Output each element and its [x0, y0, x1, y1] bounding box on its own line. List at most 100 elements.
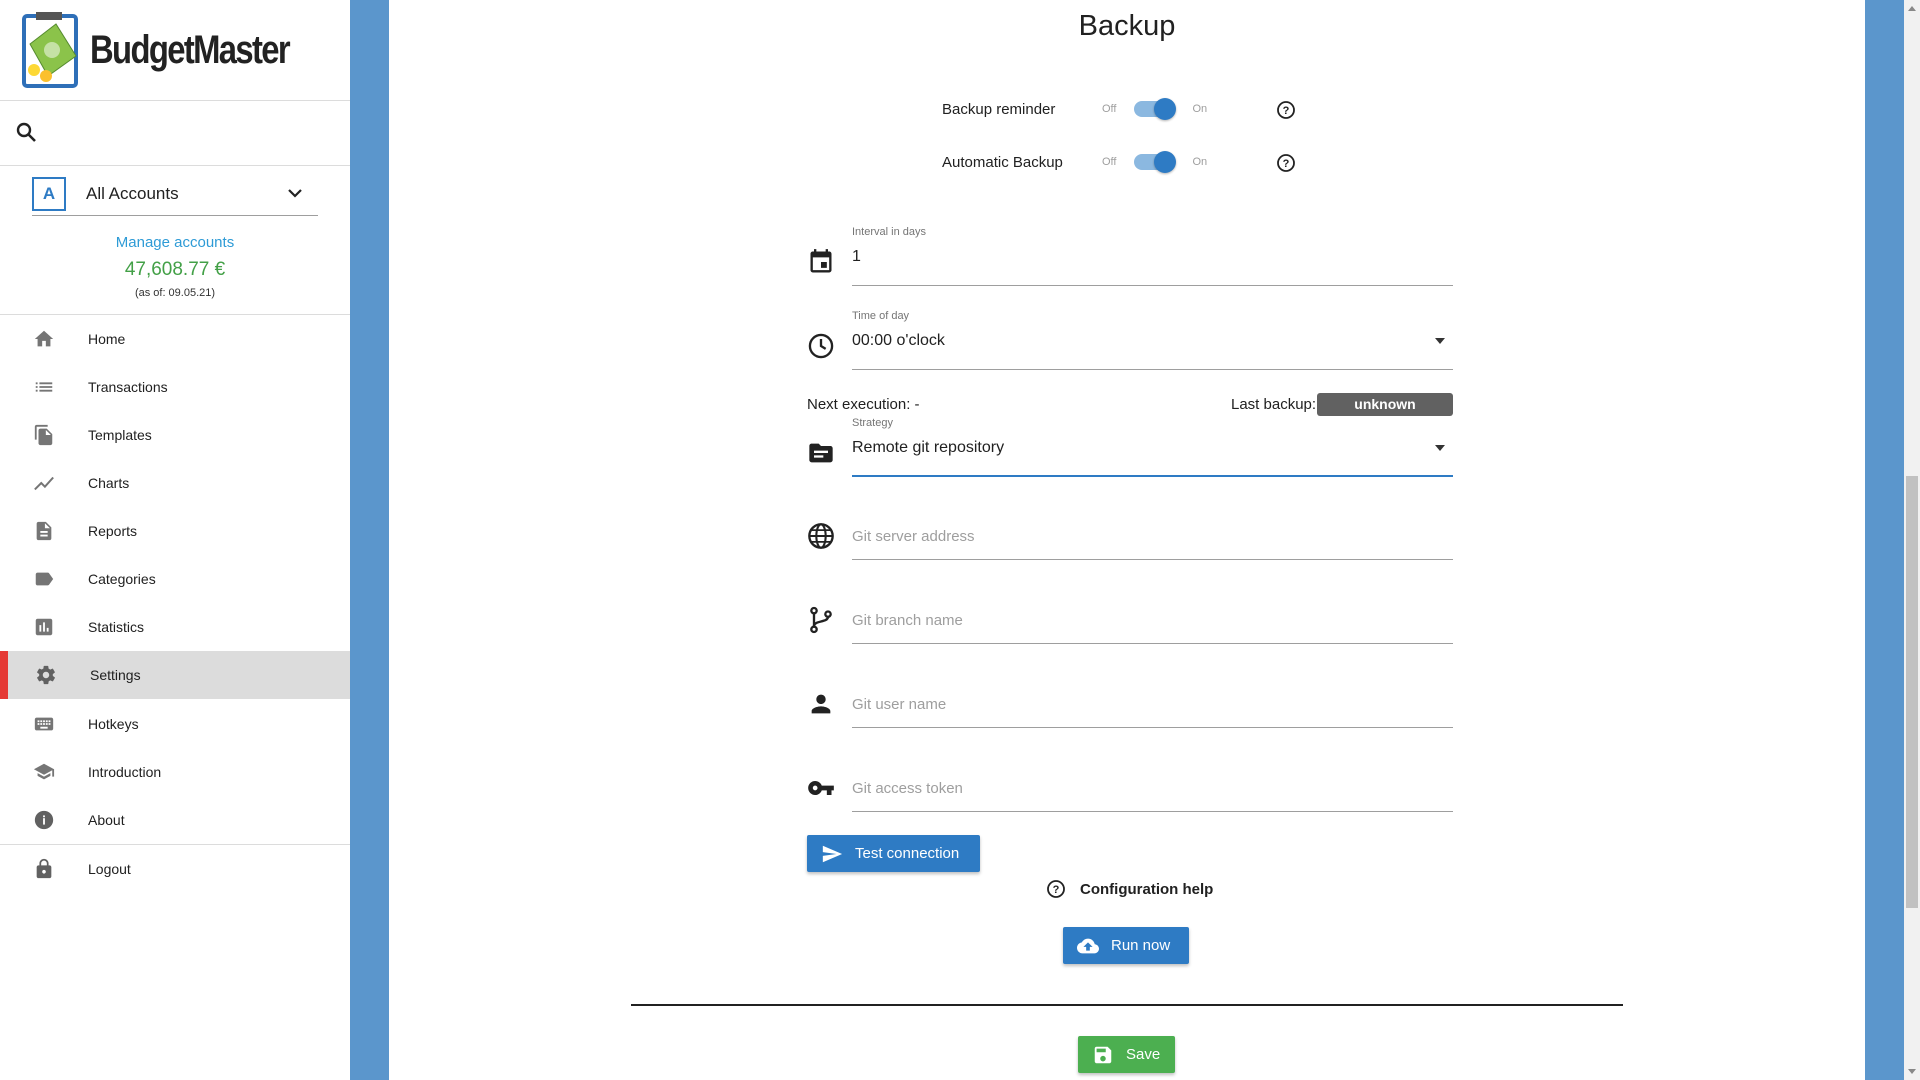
account-balance: 47,608.77 € — [124, 259, 226, 280]
nav-label: Templates — [88, 427, 152, 443]
test-connection-label: Test connection — [855, 845, 960, 862]
automatic-backup-label: Automatic Backup — [942, 153, 1063, 171]
interval-label: Interval in days — [852, 226, 926, 238]
nav-label: Hotkeys — [88, 716, 139, 732]
nav-item-settings[interactable]: Settings — [0, 651, 350, 699]
strategy-select[interactable]: Strategy Remote git repository — [807, 417, 1453, 477]
save-icon — [1094, 1046, 1112, 1063]
scroll-up-arrow-icon[interactable] — [1908, 6, 1916, 11]
time-of-day-label: Time of day — [852, 310, 910, 322]
scrollbar-thumb[interactable] — [1906, 476, 1918, 908]
save-button[interactable]: Save — [1078, 1036, 1175, 1073]
line-chart-icon — [34, 476, 54, 491]
nav-label: Home — [88, 331, 126, 347]
nav-item-charts[interactable]: Charts — [0, 459, 350, 507]
source-branch-icon — [810, 606, 832, 634]
git-server-field[interactable]: Git server address — [807, 500, 1453, 560]
strategy-label: Strategy — [852, 417, 893, 429]
divider — [0, 165, 350, 166]
interval-value[interactable]: 1 — [852, 248, 861, 266]
git-token-field[interactable]: Git access token — [807, 752, 1453, 812]
help-icon[interactable]: ? — [1276, 100, 1296, 120]
page-scrollbar[interactable] — [1904, 0, 1920, 1080]
automatic-backup-switch[interactable] — [1134, 151, 1177, 173]
run-now-label: Run now — [1111, 937, 1171, 954]
switch-off-label: Off — [1102, 156, 1117, 168]
keyboard-icon — [34, 717, 54, 731]
home-icon — [34, 330, 54, 347]
git-branch-field[interactable]: Git branch name — [807, 584, 1453, 644]
folder-icon — [809, 443, 833, 463]
nav-item-categories[interactable]: Categories — [0, 555, 350, 603]
svg-text:?: ? — [1283, 105, 1290, 117]
backup-settings-panel: Backup Backup reminder Off On ? Automati… — [389, 0, 1865, 1080]
nav-item-home[interactable]: Home — [0, 315, 350, 363]
interval-field[interactable]: Interval in days 1 — [807, 226, 1453, 286]
input-underline — [852, 727, 1453, 728]
next-execution-text: Next execution: - — [807, 396, 920, 413]
bar-chart-icon — [35, 618, 53, 636]
clock-icon — [808, 333, 834, 359]
info-icon — [34, 810, 54, 830]
lock-icon — [36, 858, 52, 879]
document-icon — [36, 521, 52, 541]
save-label: Save — [1126, 1046, 1161, 1063]
nav-item-logout[interactable]: Logout — [0, 845, 350, 893]
nav-label: Categories — [88, 571, 156, 587]
configuration-help-link[interactable]: ? Configuration help — [1046, 879, 1213, 899]
nav-item-transactions[interactable]: Transactions — [0, 363, 350, 411]
configuration-help-label: Configuration help — [1080, 880, 1214, 898]
nav-label: Charts — [88, 475, 130, 491]
send-icon — [822, 845, 843, 862]
git-user-placeholder: Git user name — [852, 696, 947, 713]
nav-item-hotkeys[interactable]: Hotkeys — [0, 700, 350, 748]
automatic-backup-row: Automatic Backup Off On — [942, 147, 1207, 177]
divider — [0, 100, 350, 101]
git-server-placeholder: Git server address — [852, 528, 975, 545]
dropdown-arrow-icon — [1435, 338, 1445, 344]
backup-reminder-row: Backup reminder Off On — [942, 94, 1207, 124]
chevron-down-icon — [288, 189, 302, 198]
backup-reminder-switch[interactable] — [1134, 98, 1177, 120]
help-icon[interactable]: ? — [1276, 153, 1296, 173]
run-now-button[interactable]: Run now — [1063, 927, 1189, 964]
search-icon[interactable] — [14, 120, 38, 144]
git-token-placeholder: Git access token — [852, 780, 963, 797]
nav-item-reports[interactable]: Reports — [0, 507, 350, 555]
nav-label: Transactions — [88, 379, 168, 395]
person-icon — [811, 694, 831, 714]
nav-label: Introduction — [88, 764, 162, 780]
balance-date: (as of: 09.05.21) — [134, 287, 216, 299]
nav-item-introduction[interactable]: Introduction — [0, 748, 350, 796]
nav-item-about[interactable]: About — [0, 796, 350, 844]
input-underline — [852, 811, 1453, 812]
app-name: BudgetMaster — [90, 27, 291, 72]
git-user-field[interactable]: Git user name — [807, 668, 1453, 728]
nav-item-statistics[interactable]: Statistics — [0, 603, 350, 651]
nav-label: Logout — [88, 861, 131, 877]
school-icon — [33, 763, 55, 780]
svg-text:?: ? — [1283, 158, 1290, 170]
page-title: Backup — [1078, 10, 1176, 42]
nav-label: Settings — [90, 667, 141, 683]
manage-accounts-link[interactable]: Manage accounts — [0, 234, 350, 251]
account-select[interactable]: A All Accounts — [32, 172, 318, 216]
globe-icon — [808, 523, 834, 549]
list-icon — [35, 382, 53, 392]
test-connection-button[interactable]: Test connection — [807, 835, 980, 872]
input-underline — [852, 643, 1453, 644]
last-backup-badge: unknown — [1317, 393, 1453, 416]
backup-reminder-label: Backup reminder — [942, 100, 1056, 118]
dropdown-arrow-icon — [1435, 445, 1445, 451]
nav-item-templates[interactable]: Templates — [0, 411, 350, 459]
input-underline — [852, 369, 1453, 370]
switch-off-label: Off — [1102, 103, 1117, 115]
svg-text:?: ? — [1053, 884, 1060, 896]
input-underline — [852, 559, 1453, 560]
switch-on-label: On — [1192, 156, 1208, 168]
time-of-day-select[interactable]: Time of day 00:00 o'clock — [807, 310, 1453, 370]
scroll-down-arrow-icon[interactable] — [1908, 1069, 1916, 1074]
account-name: All Accounts — [86, 183, 179, 203]
app-logo[interactable]: BudgetMaster — [22, 10, 333, 90]
input-underline — [852, 285, 1453, 286]
